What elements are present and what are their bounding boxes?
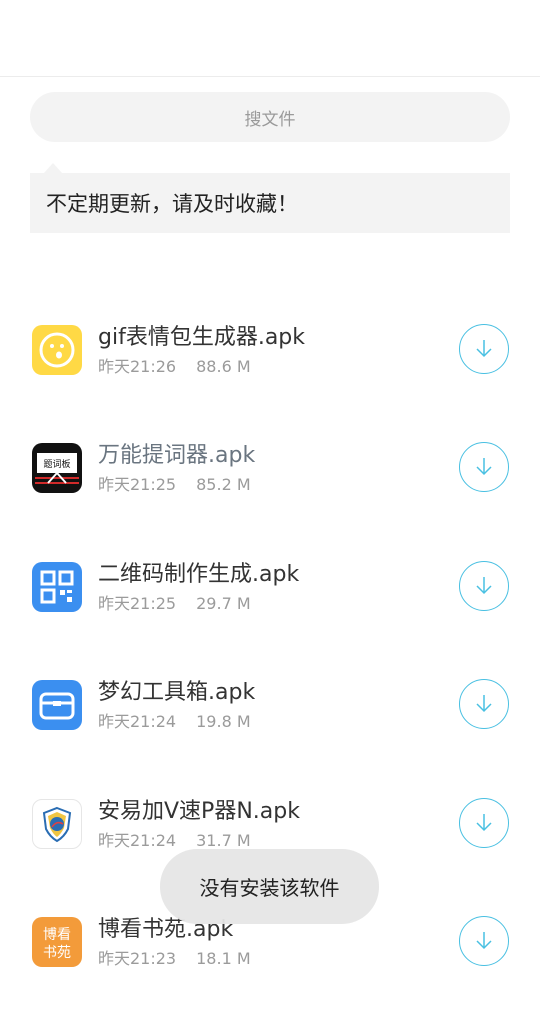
file-size: 29.7 M — [196, 594, 251, 613]
search-placeholder: 搜文件 — [244, 109, 296, 130]
download-arrow-icon — [476, 340, 492, 358]
yellow-face-icon — [32, 325, 82, 375]
download-arrow-icon — [476, 932, 492, 950]
download-button[interactable] — [459, 916, 509, 966]
file-time: 昨天21:24 — [98, 831, 177, 850]
notice-banner: 不定期更新，请及时收藏！ — [30, 173, 510, 233]
top-bar — [0, 0, 540, 77]
file-meta: 昨天21:26 88.6 M — [98, 353, 251, 377]
download-button[interactable] — [459, 679, 509, 729]
file-meta: 昨天21:25 85.2 M — [98, 471, 251, 495]
file-size: 31.7 M — [196, 831, 251, 850]
file-name: gif表情包生成器.apk — [98, 325, 306, 350]
teleprompter-board-icon: 题词板 — [32, 443, 82, 493]
toast-text: 没有安装该软件 — [199, 876, 340, 900]
file-time: 昨天21:24 — [98, 712, 177, 731]
file-time: 昨天21:26 — [98, 357, 177, 376]
file-size: 19.8 M — [196, 712, 251, 731]
file-name: 万能提词器.apk — [98, 443, 256, 468]
file-meta: 昨天21:24 19.8 M — [98, 708, 251, 732]
file-time: 昨天21:23 — [98, 949, 177, 968]
vpn-shield-icon — [32, 799, 82, 849]
file-row[interactable]: 梦幻工具箱.apk 昨天21:24 19.8 M — [0, 655, 540, 773]
file-row[interactable]: 二维码制作生成.apk 昨天21:25 29.7 M — [0, 537, 540, 655]
file-size: 18.1 M — [196, 949, 251, 968]
file-meta: 昨天21:23 18.1 M — [98, 945, 251, 969]
search-input[interactable]: 搜文件 — [30, 92, 510, 142]
svg-text:题词板: 题词板 — [43, 458, 70, 470]
file-name: 二维码制作生成.apk — [98, 562, 300, 587]
file-name: 梦幻工具箱.apk — [98, 680, 256, 705]
notice-pointer — [44, 163, 62, 173]
file-name: 安易加V速P器N.apk — [98, 799, 300, 824]
file-row[interactable]: gif表情包生成器.apk 昨天21:26 88.6 M — [0, 300, 540, 418]
download-arrow-icon — [476, 577, 492, 595]
svg-text:博看: 博看 — [43, 926, 71, 943]
file-size: 85.2 M — [196, 475, 251, 494]
file-time: 昨天21:25 — [98, 475, 177, 494]
toast-message: 没有安装该软件 — [160, 849, 379, 924]
download-button[interactable] — [459, 798, 509, 848]
download-arrow-icon — [476, 695, 492, 713]
toolbox-icon — [32, 680, 82, 730]
file-meta: 昨天21:24 31.7 M — [98, 827, 251, 851]
download-button[interactable] — [459, 324, 509, 374]
qr-code-icon — [32, 562, 82, 612]
svg-text:书苑: 书苑 — [43, 945, 71, 961]
file-row[interactable]: 题词板 万能提词器.apk 昨天21:25 85.2 M — [0, 418, 540, 536]
download-button[interactable] — [459, 442, 509, 492]
download-arrow-icon — [476, 814, 492, 832]
download-button[interactable] — [459, 561, 509, 611]
file-meta: 昨天21:25 29.7 M — [98, 590, 251, 614]
notice-text: 不定期更新，请及时收藏！ — [46, 192, 298, 216]
file-time: 昨天21:25 — [98, 594, 177, 613]
download-arrow-icon — [476, 458, 492, 476]
file-size: 88.6 M — [196, 357, 251, 376]
